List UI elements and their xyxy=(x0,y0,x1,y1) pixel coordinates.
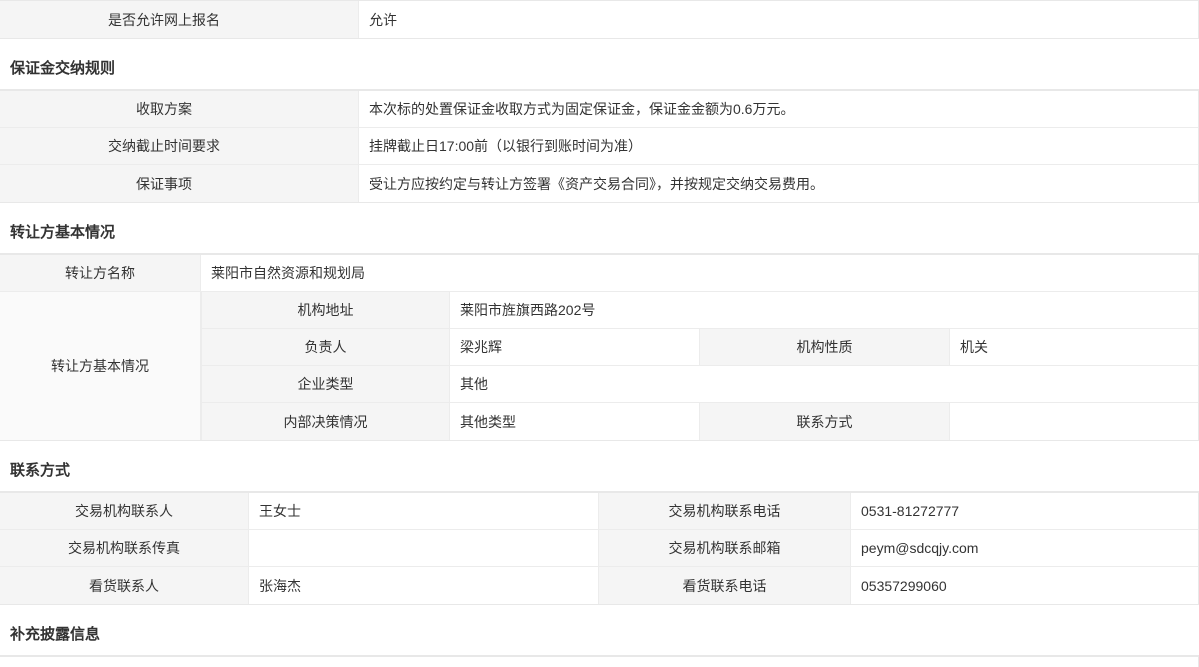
group-label: 转让方基本情况 xyxy=(0,292,200,440)
row-value: 挂牌截止日17:00前（以银行到账时间为准） xyxy=(358,128,1198,164)
table-row: 保证事项 受让方应按约定与转让方签署《资产交易合同》，并按规定交纳交易费用。 xyxy=(0,165,1198,202)
row-label: 交纳截止时间要求 xyxy=(0,128,358,164)
row-label: 交易机构联系电话 xyxy=(598,493,850,529)
row-value: 机关 xyxy=(949,329,1198,365)
table-row: 企业类型 其他 xyxy=(201,366,1198,403)
registration-value: 允许 xyxy=(358,1,1198,38)
row-label: 交易机构联系人 xyxy=(0,493,248,529)
table-row: 机构地址 莱阳市旌旗西路202号 xyxy=(201,292,1198,329)
table-row: 收取方案 本次标的处置保证金收取方式为固定保证金，保证金金额为0.6万元。 xyxy=(0,91,1198,128)
table-row: 负责人 梁兆辉 机构性质 机关 xyxy=(201,329,1198,366)
deposit-rules-section: 保证金交纳规则 收取方案 本次标的处置保证金收取方式为固定保证金，保证金金额为0… xyxy=(0,45,1199,203)
online-registration-table: 是否允许网上报名 允许 xyxy=(0,0,1199,39)
row-value: 其他 xyxy=(449,366,1198,402)
disclosure-empty-text: 暂无补充披露信息 xyxy=(0,657,1198,667)
row-label: 企业类型 xyxy=(201,366,449,402)
row-label: 保证事项 xyxy=(0,165,358,202)
table-row: 是否允许网上报名 允许 xyxy=(0,1,1198,38)
row-value: 莱阳市自然资源和规划局 xyxy=(200,255,1198,291)
table-row: 内部决策情况 其他类型 联系方式 xyxy=(201,403,1198,440)
deposit-rules-table: 收取方案 本次标的处置保证金收取方式为固定保证金，保证金金额为0.6万元。 交纳… xyxy=(0,90,1199,203)
table-row: 暂无补充披露信息 xyxy=(0,657,1198,667)
transferor-section: 转让方基本情况 转让方名称 莱阳市自然资源和规划局 转让方基本情况 机构地址 莱… xyxy=(0,209,1199,441)
row-label: 收取方案 xyxy=(0,91,358,127)
row-value: 受让方应按约定与转让方签署《资产交易合同》，并按规定交纳交易费用。 xyxy=(358,165,1198,202)
disclosure-section: 补充披露信息 暂无补充披露信息 xyxy=(0,611,1199,667)
listing-detail-panel: 是否允许网上报名 允许 保证金交纳规则 收取方案 本次标的处置保证金收取方式为固… xyxy=(0,0,1199,667)
row-value: 0531-81272777 xyxy=(850,493,1198,529)
table-row: 交易机构联系传真 交易机构联系邮箱 peym@sdcqjy.com xyxy=(0,530,1198,567)
deposit-section-title: 保证金交纳规则 xyxy=(0,45,1199,90)
row-value: 05357299060 xyxy=(850,567,1198,604)
row-value xyxy=(949,403,1198,440)
row-label: 看货联系人 xyxy=(0,567,248,604)
table-row: 交易机构联系人 王女士 交易机构联系电话 0531-81272777 xyxy=(0,493,1198,530)
nested-table: 机构地址 莱阳市旌旗西路202号 负责人 梁兆辉 机构性质 机关 企业类型 其他 xyxy=(200,292,1198,440)
row-value: 本次标的处置保证金收取方式为固定保证金，保证金金额为0.6万元。 xyxy=(358,91,1198,127)
disclosure-section-title: 补充披露信息 xyxy=(0,611,1199,656)
contact-table: 交易机构联系人 王女士 交易机构联系电话 0531-81272777 交易机构联… xyxy=(0,492,1199,605)
transferor-detail-group: 转让方基本情况 机构地址 莱阳市旌旗西路202号 负责人 梁兆辉 机构性质 机关… xyxy=(0,292,1198,440)
row-label: 机构性质 xyxy=(699,329,949,365)
row-value: peym@sdcqjy.com xyxy=(850,530,1198,566)
transferor-table: 转让方名称 莱阳市自然资源和规划局 转让方基本情况 机构地址 莱阳市旌旗西路20… xyxy=(0,254,1199,441)
row-label: 看货联系电话 xyxy=(598,567,850,604)
transferor-section-title: 转让方基本情况 xyxy=(0,209,1199,254)
row-label: 联系方式 xyxy=(699,403,949,440)
row-label: 交易机构联系邮箱 xyxy=(598,530,850,566)
registration-label: 是否允许网上报名 xyxy=(0,1,358,38)
row-value: 梁兆辉 xyxy=(449,329,699,365)
row-label: 机构地址 xyxy=(201,292,449,328)
row-label: 内部决策情况 xyxy=(201,403,449,440)
row-label: 转让方名称 xyxy=(0,255,200,291)
table-row: 转让方名称 莱阳市自然资源和规划局 xyxy=(0,255,1198,292)
contact-section: 联系方式 交易机构联系人 王女士 交易机构联系电话 0531-81272777 … xyxy=(0,447,1199,605)
table-row: 交纳截止时间要求 挂牌截止日17:00前（以银行到账时间为准） xyxy=(0,128,1198,165)
table-row: 看货联系人 张海杰 看货联系电话 05357299060 xyxy=(0,567,1198,604)
disclosure-table: 暂无补充披露信息 xyxy=(0,656,1199,667)
row-value: 其他类型 xyxy=(449,403,699,440)
row-value: 莱阳市旌旗西路202号 xyxy=(449,292,1198,328)
row-value: 王女士 xyxy=(248,493,598,529)
row-label: 负责人 xyxy=(201,329,449,365)
contact-section-title: 联系方式 xyxy=(0,447,1199,492)
row-value: 张海杰 xyxy=(248,567,598,604)
row-value xyxy=(248,530,598,566)
row-label: 交易机构联系传真 xyxy=(0,530,248,566)
